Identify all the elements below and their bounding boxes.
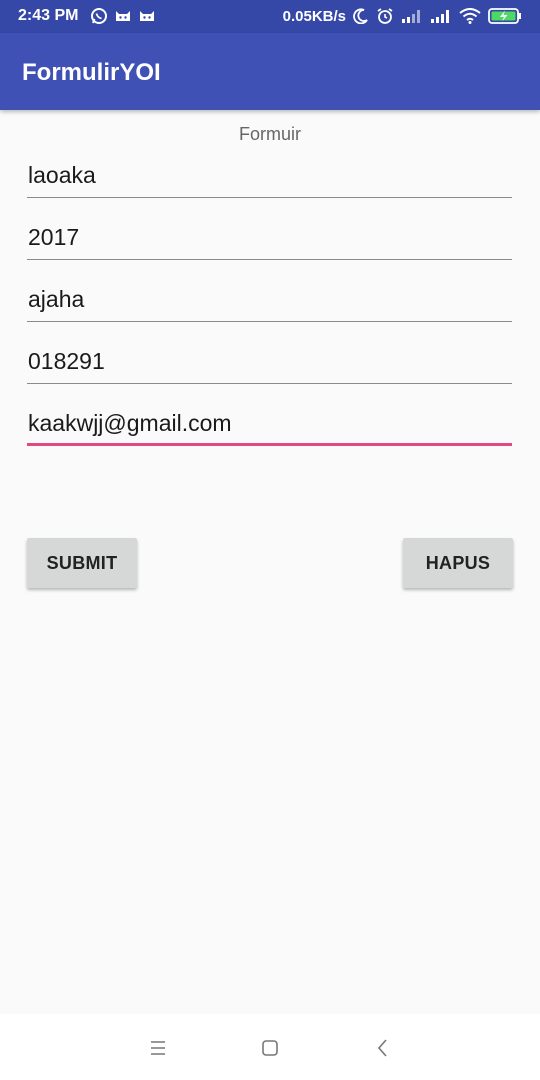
number-field[interactable]: 018291 — [27, 334, 512, 384]
email-field-value: kaakwjj@gmail.com — [28, 410, 232, 436]
year-field[interactable]: 2017 — [27, 210, 512, 260]
name-field-value: laoaka — [28, 162, 96, 188]
hapus-button[interactable]: HAPUS — [403, 538, 513, 588]
signal-icon — [430, 9, 452, 23]
back-chevron-icon[interactable] — [371, 1036, 395, 1060]
status-indicators: 0.05KB/s — [283, 7, 522, 25]
moon-icon — [353, 8, 369, 24]
navigation-bar — [0, 1014, 540, 1080]
wifi-icon — [459, 8, 481, 24]
submit-button[interactable]: SUBMIT — [27, 538, 137, 588]
name-field[interactable]: laoaka — [27, 148, 512, 198]
app-title: FormulirYOI — [22, 59, 161, 86]
menu-icon[interactable] — [146, 1036, 170, 1060]
status-time: 2:43 PM — [18, 7, 79, 24]
battery-charging-icon — [488, 8, 522, 24]
net-speed: 0.05KB/s — [282, 7, 346, 25]
field-underline — [27, 383, 512, 384]
alarm-icon — [376, 7, 394, 25]
status-bar: 2:43 PM 0.05KB/s — [0, 0, 540, 33]
whatsapp-icon — [90, 7, 108, 25]
field-underline — [27, 321, 512, 322]
home-square-icon[interactable] — [258, 1036, 282, 1060]
email-field[interactable]: kaakwjj@gmail.com — [27, 396, 512, 446]
notification-cat-icon — [138, 9, 156, 23]
field-underline — [27, 259, 512, 260]
status-notification-icons — [90, 7, 156, 25]
text-field-value: ajaha — [28, 286, 85, 312]
field-underline-focused — [27, 443, 512, 446]
signal-icon — [401, 9, 423, 23]
text-field[interactable]: ajaha — [27, 272, 512, 322]
number-field-value: 018291 — [28, 348, 105, 374]
app-bar: FormulirYOI — [0, 33, 540, 110]
notification-cat-icon — [114, 9, 132, 23]
field-underline — [27, 197, 512, 198]
year-field-value: 2017 — [28, 224, 80, 250]
form-caption: Formuir — [239, 124, 301, 144]
